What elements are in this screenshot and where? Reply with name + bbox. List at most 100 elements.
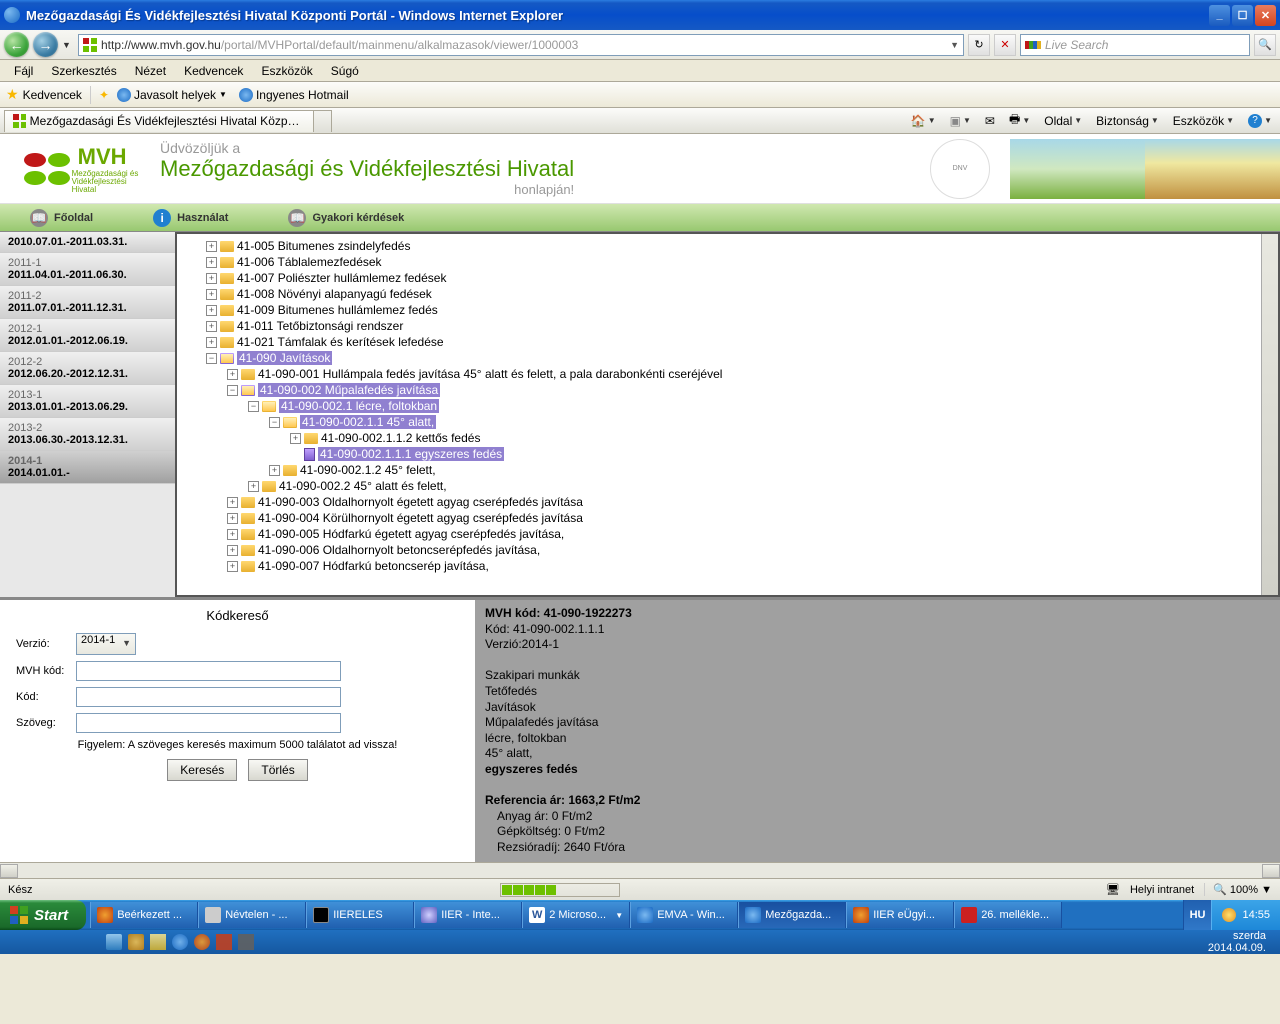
taskbar-item[interactable]: IIERELES <box>306 902 414 928</box>
help-menu[interactable]: ?▼ <box>1244 112 1276 130</box>
collapse-icon[interactable]: − <box>227 385 238 396</box>
browser-search-box[interactable]: Live Search <box>1020 34 1250 56</box>
favorites-label[interactable]: Kedvencek <box>23 88 82 102</box>
tree-label[interactable]: 41-009 Bitumenes hullámlemez fedés <box>237 303 438 317</box>
tools-menu[interactable]: Eszközök▼ <box>1169 112 1238 130</box>
minimize-button[interactable]: _ <box>1209 5 1230 26</box>
ql-firefox-icon[interactable] <box>194 934 210 950</box>
expand-icon[interactable]: + <box>227 529 238 540</box>
expand-icon[interactable]: + <box>206 321 217 332</box>
tree-label-selected[interactable]: 41-090-002.1.1.1 egyszeres fedés <box>318 447 504 461</box>
tray-time[interactable]: 14:55 <box>1242 909 1270 921</box>
menu-favorites[interactable]: Kedvencek <box>176 62 251 80</box>
expand-icon[interactable]: + <box>227 561 238 572</box>
language-indicator[interactable]: HU <box>1183 900 1212 930</box>
ql-desktop-icon[interactable] <box>106 934 122 950</box>
menu-help[interactable]: Súgó <box>323 62 367 80</box>
tree-label[interactable]: 41-090-001 Hullámpala fedés javítása 45°… <box>258 367 722 381</box>
expand-icon[interactable]: + <box>290 433 301 444</box>
tree-label[interactable]: 41-090-002.2 45° alatt és felett, <box>279 479 447 493</box>
start-button[interactable]: Start <box>0 900 86 930</box>
nav-usage[interactable]: i Használat <box>153 209 228 227</box>
collapse-icon[interactable]: − <box>269 417 280 428</box>
tree-label[interactable]: 41-005 Bitumenes zsindelyfedés <box>237 239 410 253</box>
expand-icon[interactable]: + <box>227 369 238 380</box>
collapse-icon[interactable]: − <box>248 401 259 412</box>
period-item[interactable]: 2010.07.01.-2011.03.31. <box>0 232 175 253</box>
tree-label[interactable]: 41-090-004 Körülhornyolt égetett agyag c… <box>258 511 583 525</box>
ql-ie-icon[interactable] <box>172 934 188 950</box>
feeds-menu[interactable]: ▣▼ <box>946 112 975 130</box>
tree-label[interactable]: 41-006 Táblalemezfedések <box>237 255 382 269</box>
mvh-logo[interactable]: MVH Mezőgazdasági és Vidékfejlesztési Hi… <box>0 144 150 194</box>
refresh-button[interactable]: ↻ <box>968 34 990 56</box>
period-item[interactable]: 2011-22011.07.01.-2011.12.31. <box>0 286 175 319</box>
address-bar[interactable]: http://www.mvh.gov.hu/portal/MVHPortal/d… <box>78 34 964 56</box>
expand-icon[interactable]: + <box>206 273 217 284</box>
tree-label[interactable]: 41-090-002.1.2 45° felett, <box>300 463 436 477</box>
search-button[interactable]: 🔍 <box>1254 34 1276 56</box>
tree-label[interactable]: 41-008 Növényi alapanyagú fedések <box>237 287 432 301</box>
maximize-button[interactable]: ☐ <box>1232 5 1253 26</box>
nav-faq[interactable]: 📖 Gyakori kérdések <box>288 209 404 227</box>
nav-home[interactable]: 📖 Főoldal <box>30 209 93 227</box>
expand-icon[interactable]: + <box>206 241 217 252</box>
tree-label[interactable]: 41-007 Poliészter hullámlemez fedések <box>237 271 446 285</box>
menu-view[interactable]: Nézet <box>127 62 174 80</box>
search-button[interactable]: Keresés <box>167 759 237 781</box>
back-button[interactable]: ← <box>4 32 29 57</box>
menu-tools[interactable]: Eszközök <box>253 62 320 80</box>
new-tab-button[interactable] <box>314 110 332 132</box>
nav-history-dropdown[interactable]: ▼ <box>62 40 74 50</box>
clear-button[interactable]: Törlés <box>248 759 307 781</box>
period-item[interactable]: 2012-12012.01.01.-2012.06.19. <box>0 319 175 352</box>
menu-file[interactable]: Fájl <box>6 62 41 80</box>
expand-icon[interactable]: + <box>227 545 238 556</box>
period-item-active[interactable]: 2014-12014.01.01.- <box>0 451 175 484</box>
taskbar-item[interactable]: Névtelen - ... <box>198 902 306 928</box>
taskbar-item[interactable]: 26. mellékle... <box>954 902 1062 928</box>
favorites-star-icon[interactable]: ★ <box>6 86 19 103</box>
tree-label[interactable]: 41-090-002.1.1.2 kettős fedés <box>321 431 480 445</box>
stop-button[interactable]: ✕ <box>994 34 1016 56</box>
mvh-code-input[interactable] <box>76 661 341 681</box>
tree-label[interactable]: 41-090-003 Oldalhornyolt égetett agyag c… <box>258 495 583 509</box>
expand-icon[interactable]: + <box>206 305 217 316</box>
text-input[interactable] <box>76 713 341 733</box>
tray-msg-icon[interactable] <box>1222 908 1236 922</box>
expand-icon[interactable]: + <box>227 497 238 508</box>
ql-app-icon[interactable] <box>238 934 254 950</box>
expand-icon[interactable]: + <box>248 481 259 492</box>
tree-label[interactable]: 41-090-007 Hódfarkú betoncserép javítása… <box>258 559 489 573</box>
taskbar-item[interactable]: IIER - Inte... <box>414 902 522 928</box>
period-item[interactable]: 2013-12013.01.01.-2013.06.29. <box>0 385 175 418</box>
ql-outlook-icon[interactable] <box>128 934 144 950</box>
expand-icon[interactable]: + <box>227 513 238 524</box>
add-fav-icon[interactable]: ✦ <box>99 88 109 102</box>
url-dropdown-icon[interactable]: ▼ <box>950 40 959 50</box>
horizontal-scrollbar[interactable] <box>0 862 1280 878</box>
taskbar-item-active[interactable]: Mezőgazda... <box>738 902 846 928</box>
tree-label[interactable]: 41-090-005 Hódfarkú égetett agyag cserép… <box>258 527 564 541</box>
expand-icon[interactable]: + <box>206 337 217 348</box>
mail-menu[interactable]: ✉ <box>981 112 999 130</box>
period-item[interactable]: 2012-22012.06.20.-2012.12.31. <box>0 352 175 385</box>
period-item[interactable]: 2011-12011.04.01.-2011.06.30. <box>0 253 175 286</box>
expand-icon[interactable]: + <box>206 289 217 300</box>
zoom-control[interactable]: 🔍 100% ▼ <box>1204 883 1272 896</box>
suggested-sites-link[interactable]: Javasolt helyek ▼ <box>113 86 231 104</box>
close-button[interactable]: ✕ <box>1255 5 1276 26</box>
version-select[interactable]: 2014-1 <box>76 633 136 655</box>
browser-tab[interactable]: Mezőgazdasági És Vidékfejlesztési Hivata… <box>4 110 314 132</box>
page-menu[interactable]: Oldal▼ <box>1040 112 1086 130</box>
forward-button[interactable]: → <box>33 32 58 57</box>
tree-label[interactable]: 41-021 Támfalak és kerítések lefedése <box>237 335 444 349</box>
tree-label-selected[interactable]: 41-090-002.1.1 45° alatt, <box>300 415 436 429</box>
taskbar-item[interactable]: IIER eÜgyi... <box>846 902 954 928</box>
tree-label-selected[interactable]: 41-090-002.1 lécre, foltokban <box>279 399 439 413</box>
safety-menu[interactable]: Biztonság▼ <box>1092 112 1163 130</box>
period-item[interactable]: 2013-22013.06.30.-2013.12.31. <box>0 418 175 451</box>
tree-label-selected[interactable]: 41-090 Javítások <box>237 351 332 365</box>
tree-label-selected[interactable]: 41-090-002 Műpalafedés javítása <box>258 383 440 397</box>
expand-icon[interactable]: + <box>206 257 217 268</box>
